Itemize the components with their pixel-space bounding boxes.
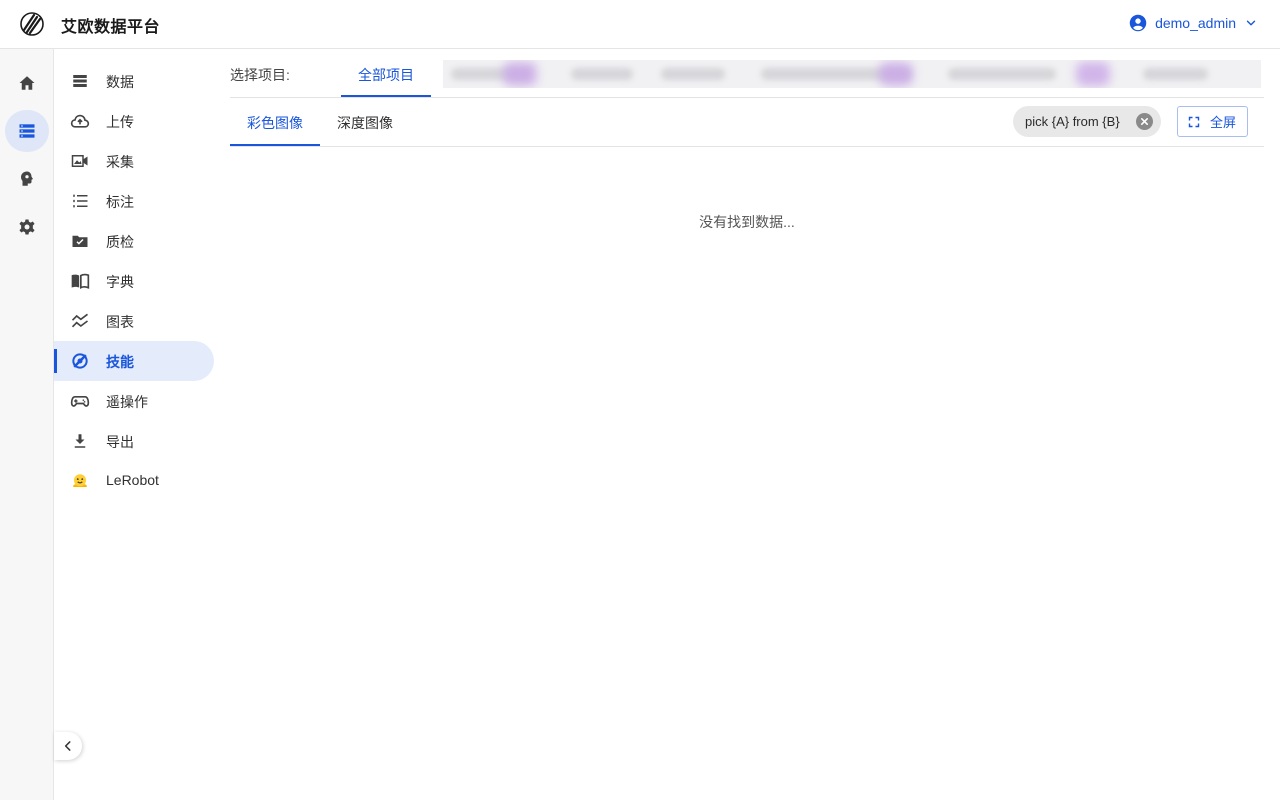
rail-home-button[interactable] (5, 62, 49, 104)
gear-icon (19, 219, 35, 235)
filter-chip[interactable]: pick {A} from {B} (1013, 106, 1161, 137)
sidebar-item-export[interactable]: 导出 (54, 421, 214, 461)
download-icon (70, 431, 90, 451)
gamepad-icon (70, 391, 90, 411)
sidebar-item-label: 导出 (106, 434, 134, 450)
skill-icon (70, 351, 90, 371)
fullscreen-icon (1188, 116, 1200, 127)
storage-icon (19, 124, 35, 138)
project-tab-redacted[interactable] (661, 68, 725, 80)
chevron-left-icon (64, 741, 71, 751)
tab-color-image[interactable]: 彩色图像 (230, 98, 320, 146)
folder-check-icon (70, 231, 90, 251)
chip-close-button[interactable] (1136, 113, 1153, 130)
logo-icon (20, 12, 44, 36)
tab-depth-image[interactable]: 深度图像 (320, 98, 410, 146)
tab-all-projects[interactable]: 全部项目 (341, 49, 431, 97)
project-tab-redacted[interactable] (571, 68, 633, 80)
rail-data-button[interactable] (5, 110, 49, 152)
sidebar-item-skills[interactable]: 技能 (54, 341, 214, 381)
home-icon (19, 76, 35, 90)
rail-settings-button[interactable] (5, 206, 49, 248)
app-title: 艾欧数据平台 (61, 19, 161, 36)
sidebar-item-label: 图表 (106, 314, 134, 330)
sidebar-item-lerobot[interactable]: LeRobot (54, 461, 214, 501)
fullscreen-button[interactable]: 全屏 (1177, 106, 1248, 137)
icon-rail (0, 49, 54, 800)
book-icon (70, 271, 90, 291)
divider (230, 146, 1264, 147)
head-brain-icon (21, 171, 33, 186)
sidebar-item-label: 标注 (106, 194, 134, 210)
sidebar-item-dictionary[interactable]: 字典 (54, 261, 214, 301)
sidebar-item-qa[interactable]: 质检 (54, 221, 214, 261)
sidebar-item-data[interactable]: 数据 (54, 61, 214, 101)
sidebar-item-label: 上传 (106, 114, 134, 130)
project-select-label: 选择项目: (230, 67, 290, 83)
empty-state-message: 没有找到数据... (699, 214, 795, 230)
sidebar-item-upload[interactable]: 上传 (54, 101, 214, 141)
user-name: demo_admin (1155, 15, 1236, 31)
sidebar-item-label: 技能 (106, 354, 134, 370)
account-circle-icon (1129, 14, 1147, 32)
rail-model-button[interactable] (5, 158, 49, 200)
sidebar-item-charts[interactable]: 图表 (54, 301, 214, 341)
fullscreen-label: 全屏 (1210, 115, 1237, 130)
sidebar-item-capture[interactable]: 采集 (54, 141, 214, 181)
project-tab-redacted[interactable] (948, 68, 1056, 80)
sidebar-item-label: 数据 (106, 74, 134, 90)
sidebar-item-label: 采集 (106, 154, 134, 170)
project-tabs-blurred (443, 60, 1261, 88)
sidebar: 数据 上传 采集 标注 质检 字典 图表 技能 遥操作 导出 LeRobot (54, 49, 220, 800)
app-header: 艾欧数据平台 demo_admin (0, 0, 1280, 49)
storage-icon (70, 71, 90, 91)
video-camera-icon (70, 151, 90, 171)
close-icon (1140, 117, 1149, 126)
project-tab-redacted[interactable] (1143, 68, 1208, 80)
sidebar-item-label: 字典 (106, 274, 134, 290)
sidebar-item-teleop[interactable]: 遥操作 (54, 381, 214, 421)
hugging-face-icon (70, 471, 90, 491)
sidebar-item-label: 质检 (106, 234, 134, 250)
numbered-list-icon (70, 191, 90, 211)
user-menu[interactable]: demo_admin (1129, 14, 1258, 32)
chart-line-icon (70, 311, 90, 331)
sidebar-item-annotate[interactable]: 标注 (54, 181, 214, 221)
chevron-down-icon (1246, 20, 1256, 26)
sidebar-item-label: 遥操作 (106, 394, 148, 410)
sidebar-item-label: LeRobot (106, 472, 159, 488)
collapse-sidebar-button[interactable] (54, 732, 82, 760)
filter-chip-label: pick {A} from {B} (1025, 114, 1120, 129)
cloud-upload-icon (70, 111, 90, 131)
